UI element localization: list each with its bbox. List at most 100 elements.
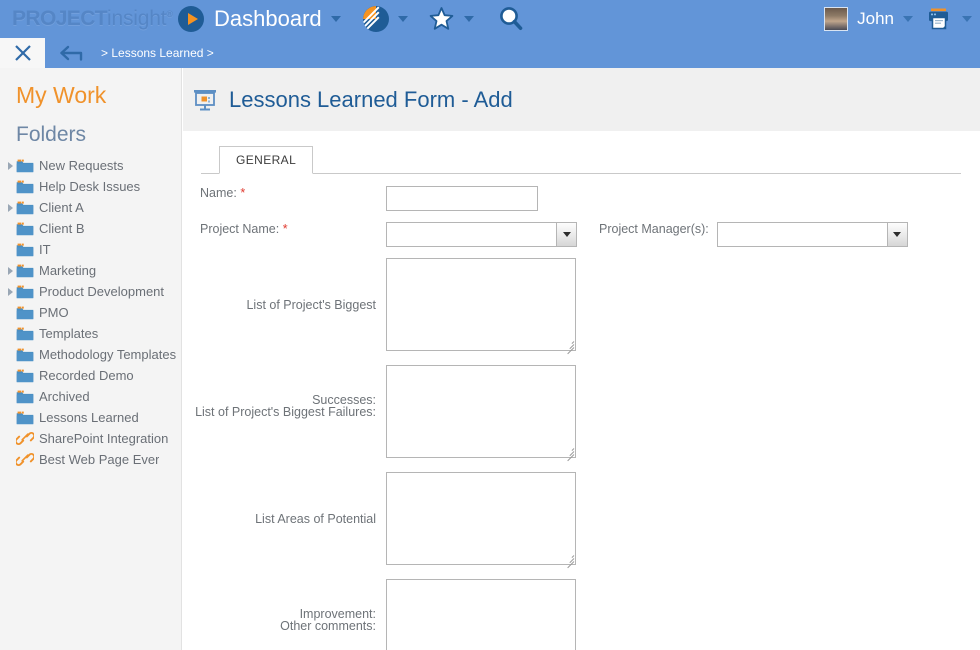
sidebar-item-client-b[interactable]: Client B	[0, 218, 181, 239]
expand-triangle-icon[interactable]	[4, 266, 16, 275]
expand-triangle-icon[interactable]	[4, 161, 16, 170]
sidebar-item-label: Client A	[39, 200, 84, 215]
favorites-chevron-down-icon[interactable]	[463, 16, 474, 22]
sidebar-item-label: Lessons Learned	[39, 410, 139, 425]
print-menu[interactable]	[913, 0, 972, 38]
label-text: Project Name:	[200, 222, 280, 236]
dropdown-toggle-project-name[interactable]	[556, 222, 577, 247]
field-label-other-comments: Other comments:	[183, 579, 386, 650]
pie-chart-icon[interactable]	[362, 6, 389, 32]
tab-strip: GENERAL	[201, 146, 961, 174]
field-control-project-manager-s	[716, 222, 908, 247]
expand-triangle-icon[interactable]	[4, 203, 16, 212]
sidebar-item-label: Archived	[39, 389, 90, 404]
form-row-name: Name: *	[183, 186, 980, 211]
input-project-name[interactable]	[386, 222, 556, 247]
sidebar-item-label: PMO	[39, 305, 69, 320]
dashboard-label[interactable]: Dashboard	[214, 6, 322, 32]
sidebar-item-it[interactable]: IT	[0, 239, 181, 260]
app-logo[interactable]: PROJECTinsight®	[0, 0, 173, 38]
breadcrumb-bar: > Lessons Learned >	[0, 38, 980, 68]
printer-icon[interactable]	[925, 6, 953, 32]
field-control-list-of-project-s-biggest-successes	[386, 258, 576, 355]
textarea-list-of-project-s-biggest-failures[interactable]	[386, 365, 576, 458]
textarea-list-of-project-s-biggest-successes[interactable]	[386, 258, 576, 351]
label-text: Project Manager(s):	[599, 222, 709, 236]
top-header-bar: PROJECTinsight® Dashboard John	[0, 0, 980, 38]
folder-icon	[16, 369, 34, 383]
sidebar-item-label: Methodology Templates	[39, 347, 177, 362]
field-control-project-name	[386, 222, 577, 247]
sidebar-item-label: Marketing	[39, 263, 97, 278]
label-text: Name:	[200, 186, 237, 200]
sidebar-item-label: Help Desk Issues	[39, 179, 141, 194]
sidebar-item-label: Product Development	[39, 284, 165, 299]
favorites-nav-group[interactable]	[428, 0, 474, 38]
sidebar-item-help-desk-issues[interactable]: Help Desk Issues	[0, 176, 181, 197]
expand-triangle-icon[interactable]	[4, 287, 16, 296]
sidebar-item-new-requests[interactable]: New Requests	[0, 155, 181, 176]
sidebar-item-marketing[interactable]: Marketing	[0, 260, 181, 281]
label-text: Other comments:	[280, 619, 376, 633]
field-label-project-name: Project Name: *	[183, 222, 386, 236]
label-text: List of Project's Biggest Failures:	[195, 405, 376, 419]
folder-icon	[16, 285, 34, 299]
search-icon[interactable]	[496, 5, 526, 33]
form-row-other-comments: Other comments:	[183, 579, 980, 650]
sidebar-item-client-a[interactable]: Client A	[0, 197, 181, 218]
star-icon[interactable]	[428, 6, 455, 32]
sidebar-item-product-development[interactable]: Product Development	[0, 281, 181, 302]
sidebar-item-label: Client B	[39, 221, 85, 236]
field-label-list-of-project-s-biggest-failures: List of Project's Biggest Failures:	[183, 365, 386, 460]
breadcrumb-path[interactable]: > Lessons Learned >	[101, 46, 214, 60]
folder-icon	[16, 348, 34, 362]
sidebar-item-best-web-page-ever[interactable]: Best Web Page Ever	[0, 449, 181, 470]
user-chevron-down-icon[interactable]	[903, 16, 913, 22]
avatar	[824, 7, 849, 31]
sidebar-item-templates[interactable]: Templates	[0, 323, 181, 344]
folder-icon	[16, 222, 34, 236]
input-name[interactable]	[386, 186, 538, 211]
field-label-name: Name: *	[183, 186, 386, 200]
dropdown-toggle-project-manager-s[interactable]	[886, 222, 908, 247]
folder-icon	[16, 264, 34, 278]
form-row-list-of-project-s-biggest-failures: List of Project's Biggest Failures:	[183, 365, 980, 462]
sidebar-item-label: Templates	[39, 326, 99, 341]
application-window: PROJECTinsight® Dashboard John > Lessons…	[0, 0, 980, 650]
page-title: Lessons Learned Form - Add	[229, 86, 513, 112]
user-menu[interactable]: John	[824, 0, 913, 38]
print-chevron-down-icon[interactable]	[962, 16, 972, 22]
sidebar-item-recorded-demo[interactable]: Recorded Demo	[0, 365, 181, 386]
dashboard-chevron-down-icon[interactable]	[330, 16, 341, 22]
form-row-list-of-project-s-biggest-successes: List of Project's Biggest Successes:	[183, 258, 980, 407]
input-project-manager-s[interactable]	[716, 222, 887, 247]
reports-nav-group[interactable]	[362, 0, 408, 38]
play-circle-icon[interactable]	[178, 6, 204, 32]
sidebar-item-methodology-templates[interactable]: Methodology Templates	[0, 344, 181, 365]
search-nav-group[interactable]	[496, 0, 526, 38]
logo-registered-mark: ®	[166, 9, 173, 19]
link-icon	[14, 452, 36, 467]
dashboard-nav-group[interactable]: Dashboard	[178, 0, 341, 38]
user-area: John	[824, 0, 972, 38]
back-arrow-icon[interactable]	[59, 44, 89, 62]
main-content: Lessons Learned Form - Add GENERAL Name:…	[183, 68, 980, 650]
sidebar-my-work-heading[interactable]: My Work	[0, 68, 181, 109]
reports-chevron-down-icon[interactable]	[397, 16, 408, 22]
folder-icon	[16, 411, 34, 425]
sidebar-item-pmo[interactable]: PMO	[0, 302, 181, 323]
sidebar-item-archived[interactable]: Archived	[0, 386, 181, 407]
field-control-list-areas-of-potential-improvement	[386, 472, 576, 569]
close-icon	[14, 45, 31, 61]
tab-general[interactable]: GENERAL	[219, 146, 314, 174]
close-button[interactable]	[0, 38, 45, 68]
sidebar-item-sharepoint-integration[interactable]: SharePoint Integration	[0, 428, 181, 449]
form-row-list-areas-of-potential-improvement: List Areas of Potential Improvement:	[183, 472, 980, 621]
sidebar-item-lessons-learned[interactable]: Lessons Learned	[0, 407, 181, 428]
user-name-label[interactable]: John	[857, 9, 894, 29]
textarea-list-areas-of-potential-improvement[interactable]	[386, 472, 576, 565]
folder-icon	[16, 180, 34, 194]
textarea-other-comments[interactable]	[386, 579, 576, 650]
folder-icon	[16, 390, 34, 404]
field-control-name	[386, 186, 538, 211]
